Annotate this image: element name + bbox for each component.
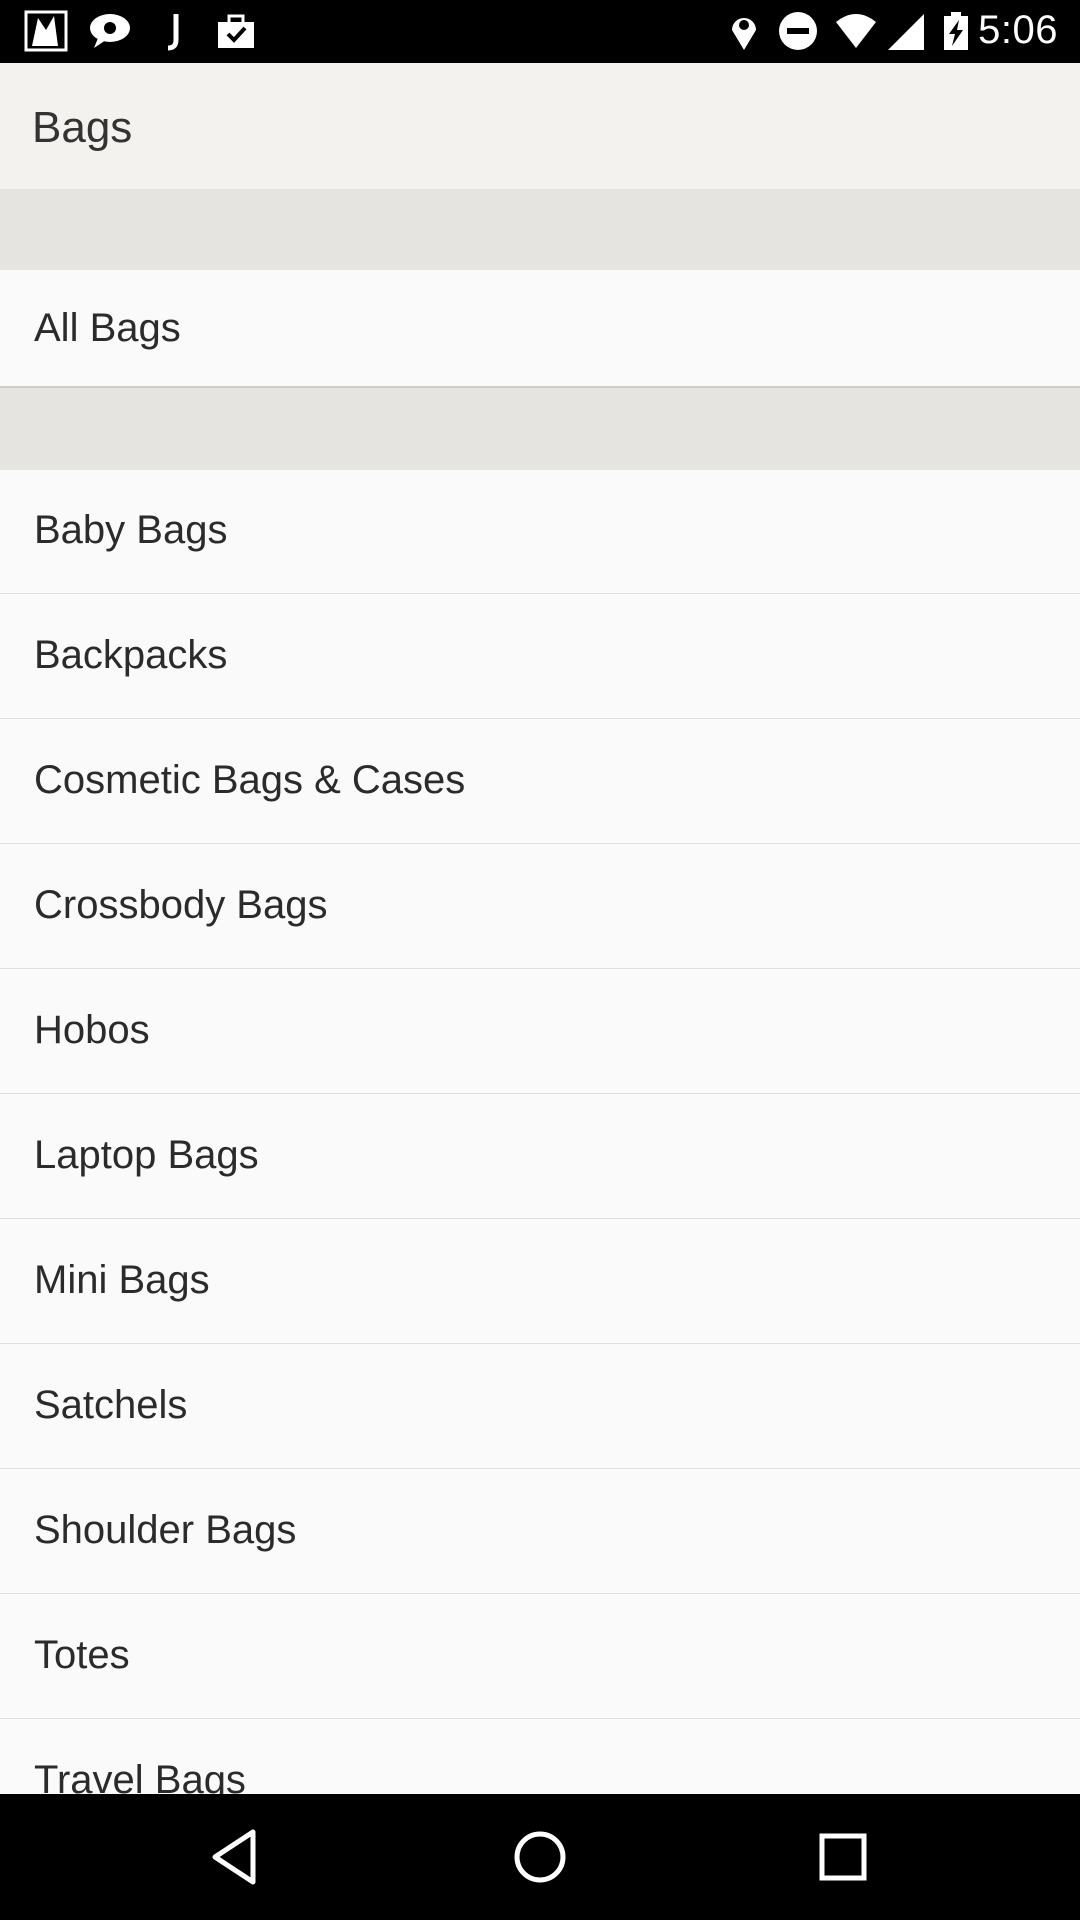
list-item-label: Shoulder Bags: [34, 1508, 297, 1552]
status-bar: 5:06: [0, 0, 1080, 63]
system-nav-bar: [0, 1794, 1080, 1920]
battery-charging-icon: [944, 12, 968, 50]
back-icon[interactable]: [203, 1824, 269, 1890]
section-divider: [0, 189, 1080, 270]
list-item[interactable]: Laptop Bags: [0, 1095, 1080, 1219]
list-item[interactable]: Shoulder Bags: [0, 1470, 1080, 1594]
list-item-label: Baby Bags: [34, 508, 228, 552]
do-not-disturb-icon: [779, 12, 817, 50]
j-app-icon: [167, 14, 179, 51]
list-item-label: All Bags: [34, 306, 181, 350]
list-item[interactable]: Satchels: [0, 1345, 1080, 1469]
list-item[interactable]: Backpacks: [0, 595, 1080, 719]
home-icon[interactable]: [507, 1824, 573, 1890]
list-item[interactable]: Travel Bags: [0, 1720, 1080, 1794]
status-time: 5:06: [978, 8, 1058, 52]
section-divider: [0, 388, 1080, 470]
chat-icon: [90, 14, 130, 48]
list-item[interactable]: Baby Bags: [0, 470, 1080, 594]
image-app-icon: [24, 10, 68, 52]
list-item[interactable]: Hobos: [0, 970, 1080, 1094]
list-item-all-bags[interactable]: All Bags: [0, 270, 1080, 388]
list-item-label: Hobos: [34, 1008, 150, 1052]
list-item-label: Crossbody Bags: [34, 883, 328, 927]
list-item-label: Backpacks: [34, 633, 228, 677]
list-item[interactable]: Mini Bags: [0, 1220, 1080, 1344]
category-list[interactable]: Baby Bags Backpacks Cosmetic Bags & Case…: [0, 470, 1080, 1794]
wifi-icon: [836, 14, 876, 48]
list-item-label: Cosmetic Bags & Cases: [34, 758, 466, 802]
signal-icon: [888, 14, 924, 50]
list-item[interactable]: Crossbody Bags: [0, 845, 1080, 969]
list-item-label: Laptop Bags: [34, 1133, 259, 1177]
list-item[interactable]: Cosmetic Bags & Cases: [0, 720, 1080, 844]
briefcase-check-icon: [218, 14, 254, 48]
location-icon: [732, 18, 756, 50]
page-title: Bags: [32, 103, 133, 152]
list-item-label: Travel Bags: [34, 1758, 246, 1794]
list-item-label: Totes: [34, 1633, 130, 1677]
list-item[interactable]: Totes: [0, 1595, 1080, 1719]
list-item-label: Satchels: [34, 1383, 188, 1427]
recents-icon[interactable]: [810, 1824, 876, 1890]
app-toolbar: Bags: [0, 63, 1080, 189]
list-item-label: Mini Bags: [34, 1258, 210, 1302]
